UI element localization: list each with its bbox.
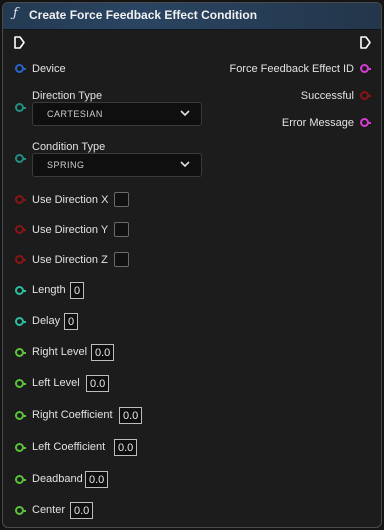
delay-label: Delay: [32, 315, 61, 327]
use-direction-y-label: Use Direction Y: [32, 224, 109, 236]
delay-input[interactable]: 0: [64, 313, 79, 330]
left-coefficient-pin-tail: [23, 447, 26, 449]
condition-type-pin-tail: [23, 158, 26, 160]
device-pin-tail: [23, 68, 26, 70]
node-create-force-feedback-effect-condition[interactable]: ƒ Create Force Feedback Effect Condition…: [2, 2, 382, 528]
center-input[interactable]: 0.0: [70, 502, 94, 519]
use-direction-y-pin-tail: [23, 229, 26, 231]
chevron-down-icon: [180, 161, 190, 168]
left-coefficient-input[interactable]: 0.0: [114, 439, 138, 456]
exec-input-pin-icon[interactable]: [14, 36, 25, 49]
use-direction-x-pin-tail: [23, 199, 26, 201]
effect-id-pin-tail: [368, 68, 371, 70]
use-direction-x-checkbox[interactable]: [114, 192, 129, 207]
length-label: Length: [32, 284, 66, 296]
direction-type-dropdown[interactable]: CARTESIAN: [32, 102, 202, 126]
use-direction-y-checkbox[interactable]: [114, 222, 129, 237]
delay-pin-tail: [23, 321, 26, 323]
effect-id-label: Force Feedback Effect ID: [229, 63, 354, 75]
deadband-pin-tail: [23, 479, 26, 481]
condition-type-dropdown[interactable]: SPRING: [32, 153, 202, 177]
deadband-input[interactable]: 0.0: [85, 471, 109, 488]
deadband-label: Deadband: [32, 473, 83, 485]
error-message-label: Error Message: [281, 117, 354, 129]
function-icon: ƒ: [13, 6, 18, 21]
successful-pin-tail: [368, 95, 371, 97]
use-direction-z-pin-tail: [23, 259, 26, 261]
left-level-label: Left Level: [32, 377, 80, 389]
direction-type-label: Direction Type: [32, 90, 103, 102]
center-label: Center: [32, 504, 66, 516]
chevron-down-icon: [180, 110, 190, 117]
error-message-pin-tail: [368, 122, 371, 124]
right-level-label: Right Level: [32, 346, 88, 358]
length-pin-tail: [23, 290, 26, 292]
left-coefficient-label: Left Coefficient: [32, 441, 106, 453]
use-direction-z-label: Use Direction Z: [32, 254, 108, 266]
successful-label: Successful: [300, 90, 354, 102]
right-level-pin-tail: [23, 352, 26, 354]
direction-type-pin-tail: [23, 107, 26, 109]
right-level-input[interactable]: 0.0: [91, 344, 115, 361]
use-direction-z-checkbox[interactable]: [114, 252, 129, 267]
right-coefficient-pin-tail: [23, 415, 26, 417]
condition-type-value: SPRING: [47, 160, 85, 170]
left-level-input[interactable]: 0.0: [86, 375, 110, 392]
exec-output-pin-icon[interactable]: [360, 36, 371, 49]
node-title: Create Force Feedback Effect Condition: [29, 8, 258, 22]
length-input[interactable]: 0: [70, 282, 85, 299]
use-direction-x-label: Use Direction X: [32, 194, 109, 206]
center-pin-tail: [23, 510, 26, 512]
direction-type-value: CARTESIAN: [47, 109, 103, 119]
condition-type-label: Condition Type: [32, 141, 106, 153]
right-coefficient-label: Right Coefficient: [32, 409, 113, 421]
right-coefficient-input[interactable]: 0.0: [119, 407, 143, 424]
device-label: Device: [32, 63, 66, 75]
node-header[interactable]: ƒ Create Force Feedback Effect Condition: [3, 3, 381, 30]
left-level-pin-tail: [23, 383, 26, 385]
